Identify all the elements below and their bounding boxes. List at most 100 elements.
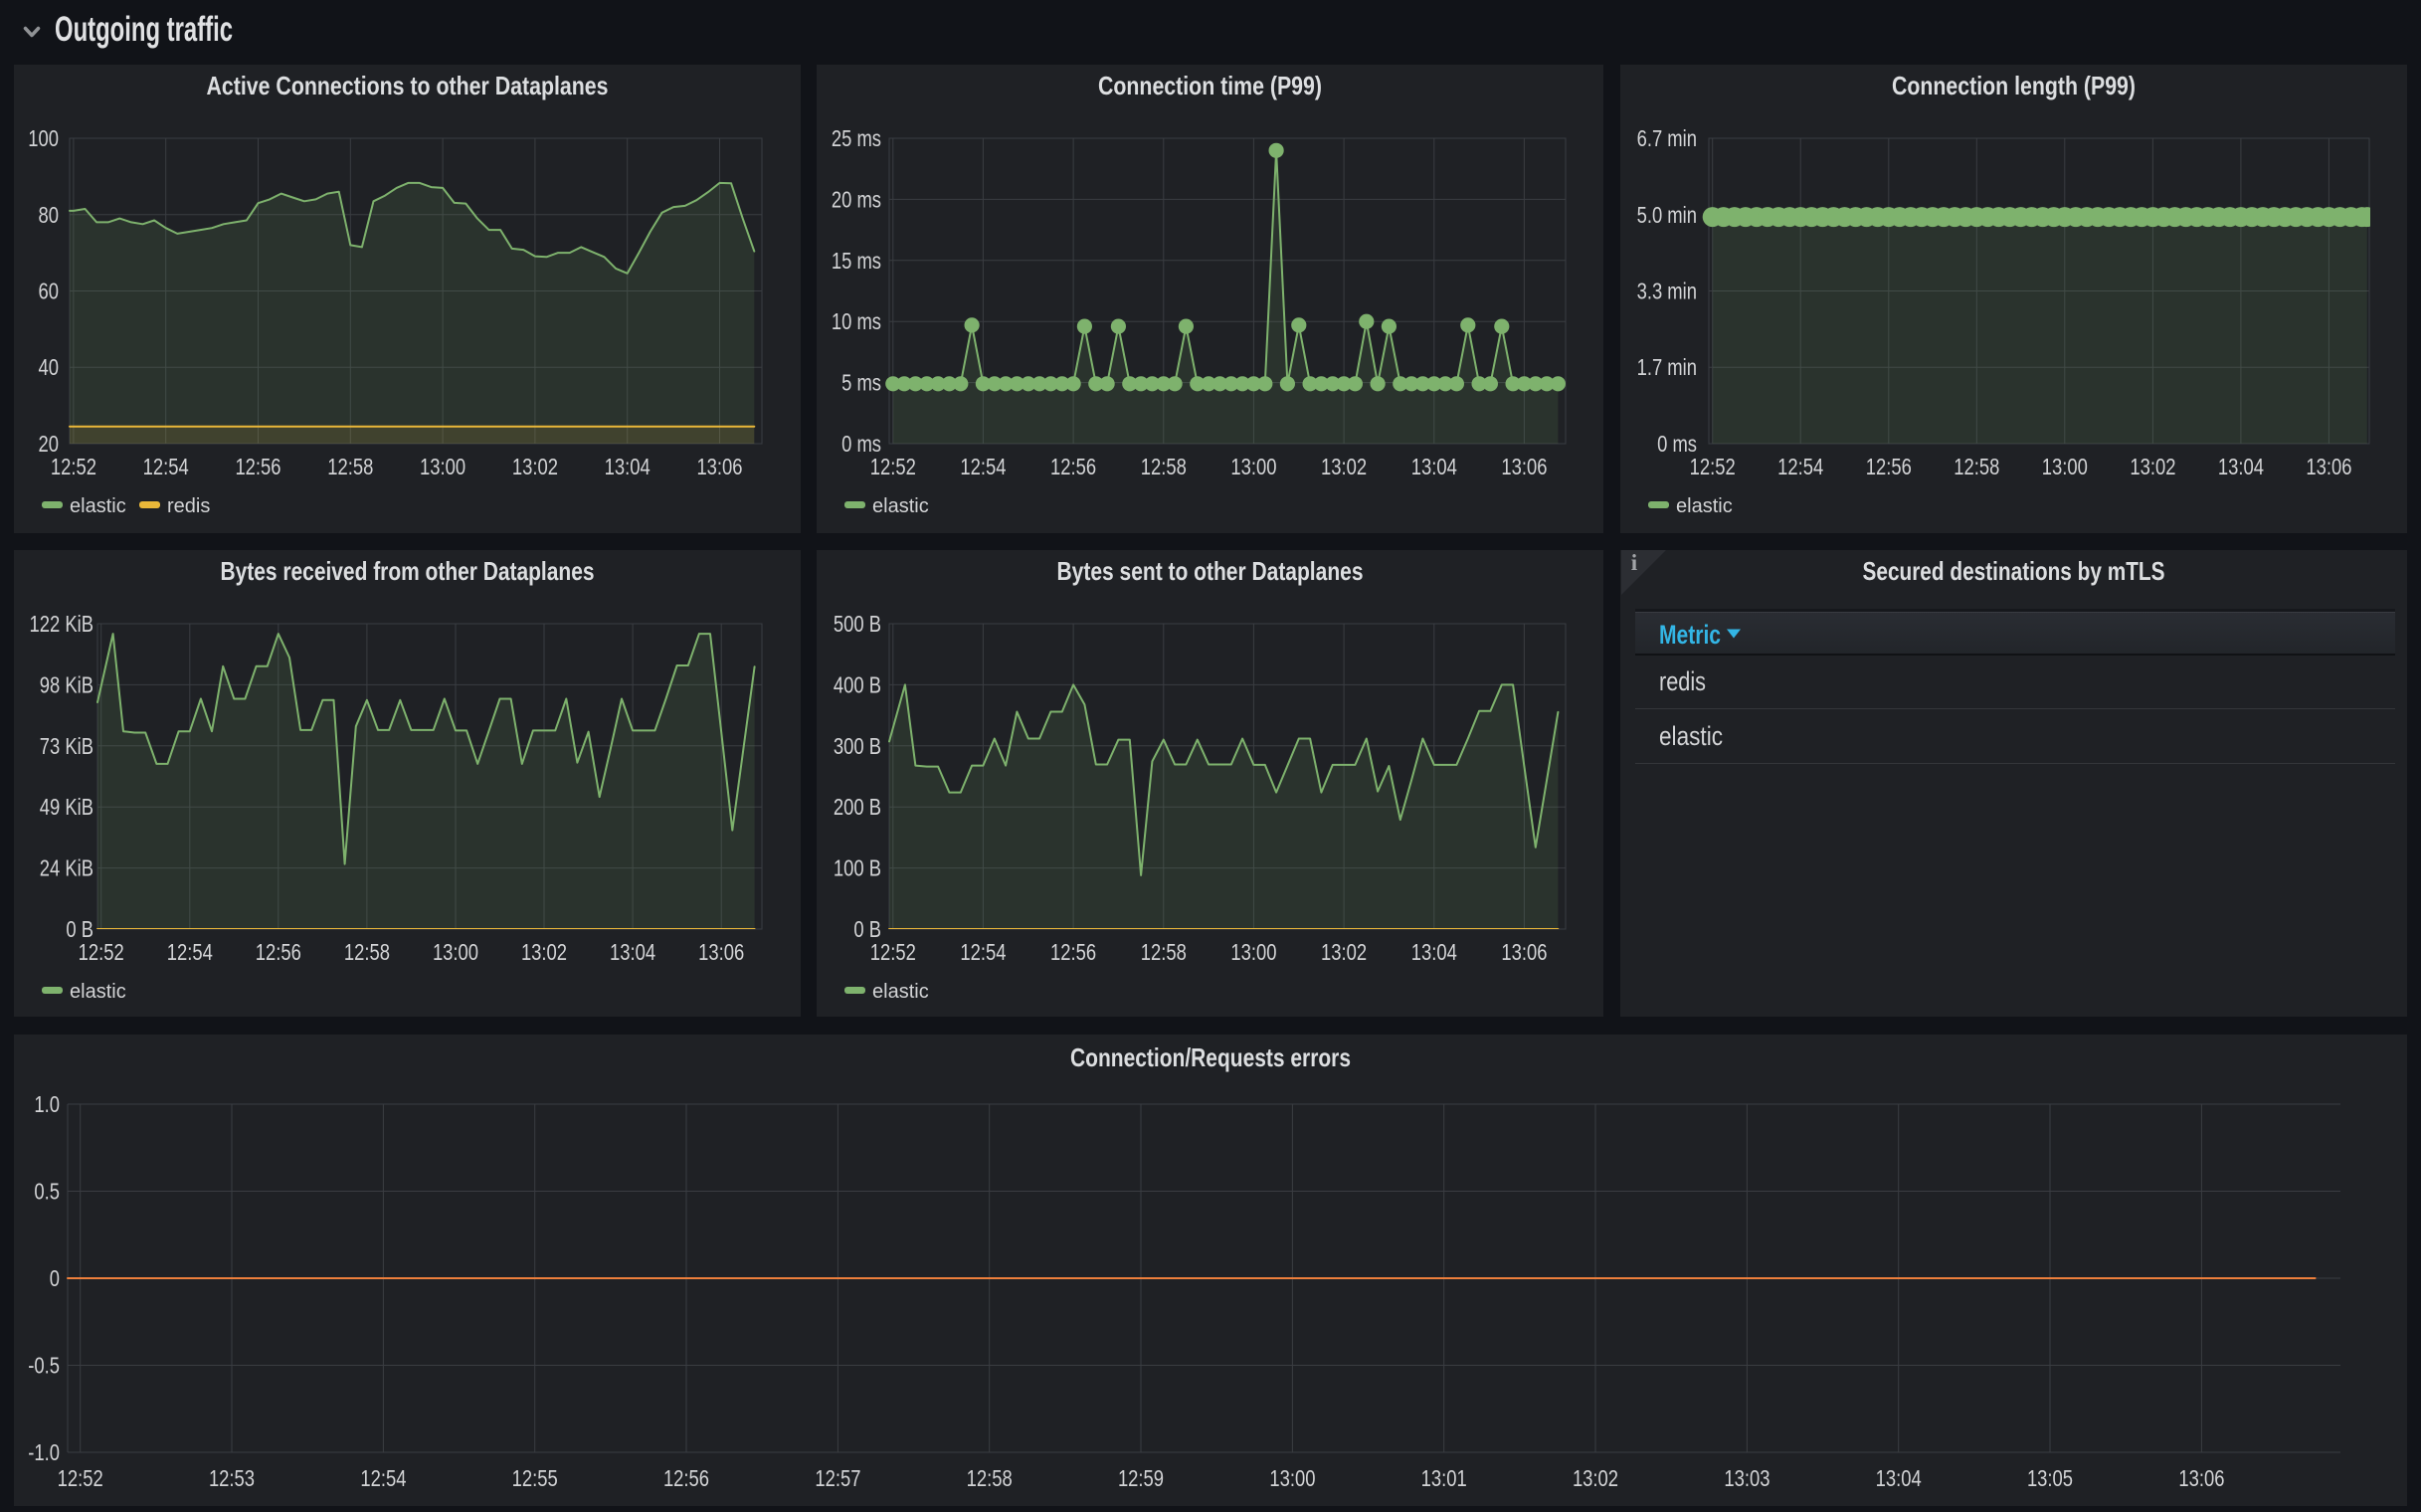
svg-text:Bytes received from other Data: Bytes received from other Dataplanes: [221, 556, 595, 586]
svg-text:12:52: 12:52: [79, 939, 124, 965]
svg-text:elastic: elastic: [1659, 721, 1723, 751]
svg-text:13:04: 13:04: [1876, 1465, 1922, 1491]
svg-text:Connection length (P99): Connection length (P99): [1892, 71, 2136, 100]
svg-text:12:52: 12:52: [1690, 454, 1736, 479]
svg-text:122 KiB: 122 KiB: [30, 611, 94, 637]
svg-text:12:59: 12:59: [1118, 1465, 1164, 1491]
svg-text:13:00: 13:00: [433, 939, 478, 965]
svg-text:12:52: 12:52: [58, 1465, 103, 1491]
svg-text:12:54: 12:54: [360, 1465, 406, 1491]
svg-text:-1.0: -1.0: [28, 1439, 60, 1465]
svg-text:12:58: 12:58: [1141, 939, 1187, 965]
svg-text:500 B: 500 B: [834, 611, 881, 637]
svg-text:98 KiB: 98 KiB: [40, 671, 93, 697]
svg-text:12:52: 12:52: [870, 939, 916, 965]
svg-text:12:56: 12:56: [663, 1465, 709, 1491]
svg-text:100 B: 100 B: [834, 855, 881, 881]
svg-text:12:58: 12:58: [344, 939, 390, 965]
svg-text:15 ms: 15 ms: [832, 248, 881, 274]
svg-text:300 B: 300 B: [834, 733, 881, 759]
svg-text:0: 0: [50, 1265, 60, 1291]
svg-text:12:58: 12:58: [967, 1465, 1013, 1491]
svg-text:redis: redis: [167, 495, 210, 517]
svg-text:1.7 min: 1.7 min: [1637, 354, 1697, 380]
svg-text:13:06: 13:06: [1501, 939, 1547, 965]
svg-text:13:06: 13:06: [2178, 1465, 2224, 1491]
svg-text:13:04: 13:04: [1411, 939, 1457, 965]
svg-text:5.0 min: 5.0 min: [1637, 202, 1697, 228]
svg-text:100: 100: [28, 125, 59, 151]
svg-text:0.5: 0.5: [34, 1179, 60, 1205]
svg-text:Connection/Requests errors: Connection/Requests errors: [1070, 1042, 1351, 1072]
svg-text:12:56: 12:56: [256, 939, 301, 965]
svg-text:24 KiB: 24 KiB: [40, 855, 93, 881]
svg-text:i: i: [1631, 550, 1638, 575]
svg-text:10 ms: 10 ms: [832, 308, 881, 334]
svg-text:1.0: 1.0: [34, 1091, 60, 1117]
svg-text:13:04: 13:04: [1411, 454, 1457, 479]
svg-text:12:53: 12:53: [209, 1465, 255, 1491]
svg-text:49 KiB: 49 KiB: [40, 794, 93, 820]
svg-text:12:56: 12:56: [1050, 939, 1096, 965]
svg-text:13:06: 13:06: [698, 939, 744, 965]
svg-text:13:06: 13:06: [1501, 454, 1547, 479]
svg-text:Connection time (P99): Connection time (P99): [1098, 71, 1322, 100]
svg-text:13:00: 13:00: [420, 454, 466, 479]
svg-text:elastic: elastic: [70, 495, 126, 517]
svg-text:13:02: 13:02: [1321, 454, 1367, 479]
svg-text:13:04: 13:04: [2218, 454, 2264, 479]
svg-text:5 ms: 5 ms: [841, 370, 881, 396]
svg-text:13:02: 13:02: [521, 939, 567, 965]
svg-text:12:58: 12:58: [327, 454, 373, 479]
svg-text:12:54: 12:54: [960, 454, 1006, 479]
svg-text:13:05: 13:05: [2027, 1465, 2073, 1491]
svg-text:12:54: 12:54: [167, 939, 213, 965]
svg-text:Metric: Metric: [1659, 620, 1721, 650]
svg-text:3.3 min: 3.3 min: [1637, 279, 1697, 304]
svg-text:13:02: 13:02: [512, 454, 558, 479]
svg-text:13:04: 13:04: [610, 939, 655, 965]
svg-text:80: 80: [39, 202, 60, 228]
svg-text:13:06: 13:06: [2306, 454, 2351, 479]
svg-text:13:06: 13:06: [696, 454, 742, 479]
svg-text:13:02: 13:02: [2130, 454, 2175, 479]
svg-text:73 KiB: 73 KiB: [40, 733, 93, 759]
svg-text:12:56: 12:56: [1866, 454, 1912, 479]
svg-text:Active Connections to other Da: Active Connections to other Dataplanes: [207, 71, 609, 100]
svg-text:12:56: 12:56: [235, 454, 280, 479]
svg-text:elastic: elastic: [872, 981, 929, 1003]
svg-text:40: 40: [39, 354, 60, 380]
svg-text:25 ms: 25 ms: [832, 125, 881, 151]
svg-text:200 B: 200 B: [834, 794, 881, 820]
svg-text:13:00: 13:00: [1230, 939, 1276, 965]
svg-text:12:58: 12:58: [1141, 454, 1187, 479]
svg-text:13:03: 13:03: [1724, 1465, 1769, 1491]
svg-text:12:52: 12:52: [870, 454, 916, 479]
svg-text:13:02: 13:02: [1573, 1465, 1618, 1491]
svg-text:12:54: 12:54: [143, 454, 189, 479]
svg-text:20 ms: 20 ms: [832, 186, 881, 212]
svg-text:Outgoing traffic: Outgoing traffic: [55, 10, 233, 49]
svg-text:60: 60: [39, 279, 60, 304]
svg-text:elastic: elastic: [872, 495, 929, 517]
svg-text:6.7 min: 6.7 min: [1637, 125, 1697, 151]
svg-text:-0.5: -0.5: [28, 1353, 60, 1379]
svg-text:12:52: 12:52: [51, 454, 96, 479]
svg-text:Secured destinations by mTLS: Secured destinations by mTLS: [1863, 556, 2165, 586]
svg-text:13:00: 13:00: [1269, 1465, 1315, 1491]
svg-text:13:04: 13:04: [605, 454, 651, 479]
svg-text:12:57: 12:57: [815, 1465, 860, 1491]
svg-text:13:00: 13:00: [2042, 454, 2088, 479]
svg-text:13:00: 13:00: [1230, 454, 1276, 479]
svg-text:12:55: 12:55: [512, 1465, 558, 1491]
svg-text:Bytes sent to other Dataplanes: Bytes sent to other Dataplanes: [1057, 556, 1364, 586]
svg-text:elastic: elastic: [70, 981, 126, 1003]
svg-text:12:54: 12:54: [1777, 454, 1823, 479]
svg-text:elastic: elastic: [1676, 495, 1733, 517]
svg-text:400 B: 400 B: [834, 671, 881, 697]
svg-text:13:02: 13:02: [1321, 939, 1367, 965]
svg-text:12:58: 12:58: [1954, 454, 1999, 479]
svg-text:13:01: 13:01: [1421, 1465, 1467, 1491]
svg-text:12:56: 12:56: [1050, 454, 1096, 479]
svg-text:redis: redis: [1659, 666, 1706, 696]
